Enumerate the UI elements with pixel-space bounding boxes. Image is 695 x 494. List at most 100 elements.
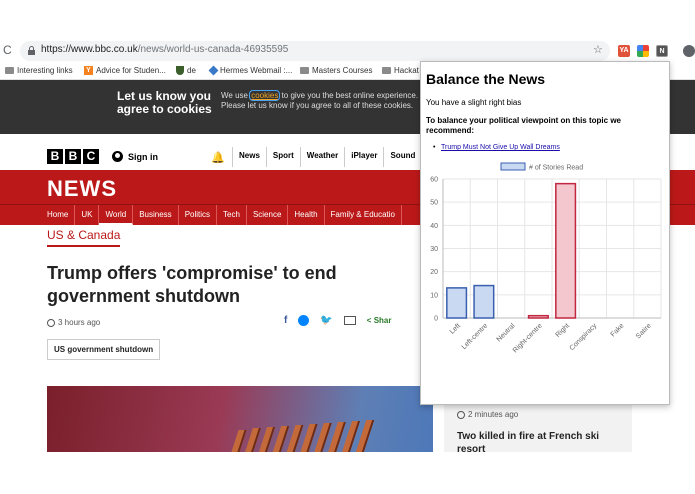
stories-read-chart: # of Stories Read 0 10 20 30 40 50 60 LeftLeft-c… [430,162,662,354]
subnav-uk[interactable]: UK [75,205,100,225]
fence-slat [245,428,261,452]
extension-icon-google[interactable] [637,45,649,57]
cookie-banner-title: Let us know you agree to cookies [117,89,212,116]
twitter-icon[interactable]: 🐦 [320,315,332,326]
bar-right [555,182,577,319]
y-tick-label: 0 [434,316,438,323]
x-tick-label: Conspiracy [569,322,599,352]
facebook-icon[interactable]: f [284,315,287,326]
y-tick-label: 30 [430,246,438,253]
related-story-headline[interactable]: Two killed in fire at French ski resort [457,430,627,456]
x-tick-label: Fake [610,322,626,338]
recommended-article-link[interactable]: Trump Must Not Give Up Wall Dreams [433,144,560,151]
bookmark-advice[interactable]: Y Advice for Studen... [84,66,166,75]
subnav-tech[interactable]: Tech [217,205,247,225]
subnav-business[interactable]: Business [133,205,179,225]
x-tick-label: Satire [635,322,653,340]
lock-icon [28,46,35,55]
y-tick-label: 50 [430,200,438,207]
related-story-time-label: 2 minutes ago [468,410,519,419]
nav-news[interactable]: News [232,147,266,167]
omnibox[interactable]: https://www.bbc.co.uk/news/world-us-cana… [20,41,610,61]
related-story-card[interactable]: 2 minutes ago Two killed in fire at Fren… [444,404,632,455]
webmail-icon [208,65,219,76]
subnav-home[interactable]: Home [41,205,76,225]
popup-title: Balance the News [426,71,546,87]
folder-icon [300,67,309,74]
article-time-label: 3 hours ago [58,318,101,327]
email-icon[interactable] [343,316,356,325]
nav-iplayer[interactable]: iPlayer [344,147,383,167]
profile-avatar-icon[interactable] [683,45,695,57]
nav-sport[interactable]: Sport [265,147,300,167]
address-bar-row: C https://www.bbc.co.uk/news/world-us-ca… [0,40,695,62]
browser-window: C https://www.bbc.co.uk/news/world-us-ca… [0,0,695,494]
x-tick-label: Right [555,322,572,339]
bookmark-hackat[interactable]: Hackat [382,66,419,75]
subnav-health[interactable]: Health [288,205,325,225]
bookmark-label: Interesting links [17,66,73,75]
bookmark-interesting-links[interactable]: Interesting links [5,66,73,75]
bookmark-hermes[interactable]: Hermes Webmail :... [208,65,293,76]
cookies-link[interactable]: cookies [249,90,281,101]
url-text[interactable]: https://www.bbc.co.uk/news/world-us-cana… [41,44,288,55]
url-path: /news/world-us-canada-46935595 [137,44,289,55]
cookie-text-before: We use [221,91,251,100]
article-headline: Trump offers 'compromise' to end governm… [47,263,337,306]
share-label: Shar [373,316,392,325]
bar-left-centre [473,284,495,319]
share-button[interactable]: < Shar [367,316,392,325]
news-logo[interactable]: NEWS [47,176,117,202]
reload-icon[interactable]: C [3,43,12,57]
clock-icon [457,410,465,419]
share-icon: < [366,316,372,325]
legend-swatch [500,162,526,171]
bell-icon[interactable]: 🔔 [211,151,225,164]
bookmark-masters[interactable]: Masters Courses [300,66,372,75]
fence-slat [231,430,247,452]
bookmark-de[interactable]: de [176,66,196,75]
cookie-banner-text: We use cookies to give you the best onli… [221,90,431,111]
bbc-logo[interactable]: B B C [47,149,99,164]
section-title[interactable]: US & Canada [47,228,121,247]
extension-icon-ya[interactable]: YA [618,45,630,57]
y-tick-label: 10 [430,292,438,299]
article-hero-image [47,386,433,452]
shield-icon [176,66,184,75]
legend-label: # of Stories Read [529,165,583,172]
bbc-logo-letter: C [83,149,99,164]
extension-icon-balance-news[interactable]: N [656,45,668,57]
bbc-logo-letter: B [47,149,63,164]
fence-slat [258,427,276,452]
subnav-world[interactable]: World [99,205,134,225]
subnav-family-education[interactable]: Family & Educatio [325,205,402,225]
x-tick-label: Neutral [496,322,517,343]
y-tick-label: 20 [430,269,438,276]
topic-tag[interactable]: US government shutdown [47,339,161,360]
nav-weather[interactable]: Weather [299,147,344,167]
nav-sound[interactable]: Sound [383,147,421,167]
clock-icon [47,318,55,327]
bias-text: You have a slight right bias [426,98,522,107]
folder-icon [5,67,14,74]
subnav-politics[interactable]: Politics [179,205,218,225]
bookmark-star-icon[interactable]: ☆ [593,43,603,56]
y-combinator-icon: Y [84,66,93,75]
top-nav: News Sport Weather iPlayer Sound [232,147,421,167]
bookmark-label: Hackat [394,66,419,75]
recommend-text: To balance your political viewpoint on t… [426,116,621,135]
sign-in-link[interactable]: Sign in [112,151,158,162]
x-tick-label: Left-centre [461,322,490,351]
balance-news-popup: Balance the News You have a slight right… [420,61,670,405]
related-story-time: 2 minutes ago [457,410,518,419]
messenger-icon[interactable] [298,315,310,326]
subnav-science[interactable]: Science [247,205,289,225]
y-tick-label: 40 [430,223,438,230]
bookmark-label: Hermes Webmail :... [220,66,293,75]
bookmark-label: de [187,66,196,75]
user-icon [112,151,123,162]
y-tick-label: 60 [430,177,438,184]
x-tick-label: Right-centre [512,322,544,354]
bbc-logo-letter: B [65,149,81,164]
x-tick-label: Left [449,322,462,335]
